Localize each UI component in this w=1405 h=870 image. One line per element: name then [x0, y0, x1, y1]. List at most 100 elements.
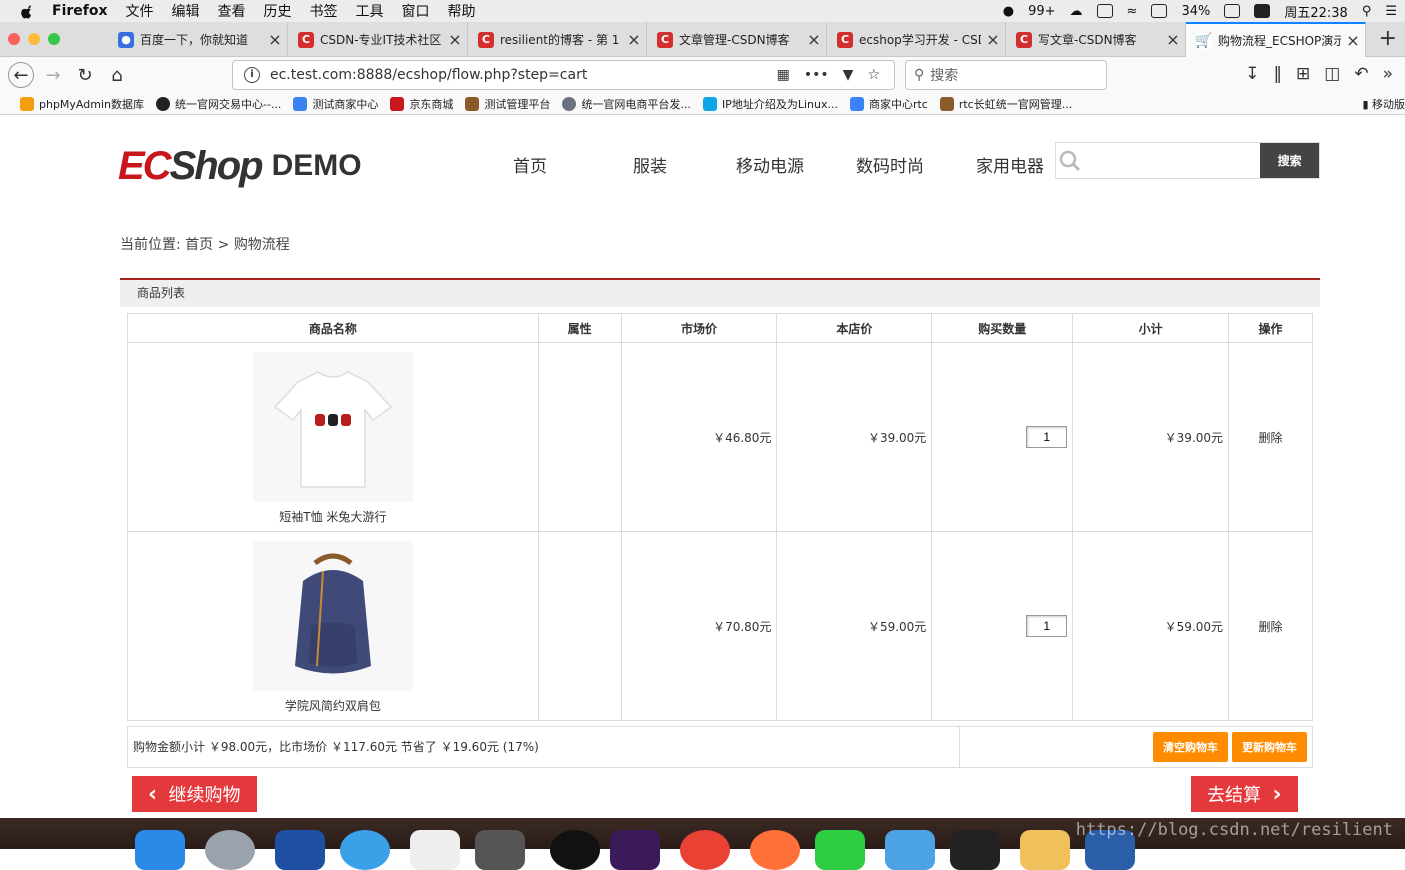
update-cart-button[interactable]: 更新购物车 [1232, 732, 1307, 762]
preferences-icon[interactable] [475, 830, 525, 870]
app-icon[interactable] [815, 830, 865, 870]
clear-cart-button[interactable]: 清空购物车 [1153, 732, 1228, 762]
browser-search-input[interactable]: ⚲ 搜索 [905, 60, 1107, 90]
new-tab-button[interactable]: + [1379, 26, 1397, 51]
reload-button[interactable]: ↻ [72, 62, 98, 88]
nav-appliances[interactable]: 家用电器 [950, 152, 1070, 177]
xcode-icon[interactable] [275, 830, 325, 870]
menu-edit[interactable]: 编辑 [172, 1, 200, 21]
tab-close-icon[interactable]: × [1341, 31, 1365, 50]
tab-close-icon[interactable]: × [622, 30, 646, 49]
continue-shopping-button[interactable]: ‹ 继续购物 [132, 776, 257, 812]
app-icon[interactable] [1020, 830, 1070, 870]
menu-tools[interactable]: 工具 [356, 1, 384, 21]
bookmark-ecommerce[interactable]: 统一官网电商平台发... [562, 96, 691, 112]
minimize-window-button[interactable] [28, 33, 40, 45]
spotlight-icon[interactable]: ⚲ [1362, 4, 1372, 19]
menu-history[interactable]: 历史 [264, 1, 292, 21]
menu-window[interactable]: 窗口 [402, 1, 430, 21]
bookmark-rtc-changhong[interactable]: rtc长虹统一官网管理... [939, 96, 1072, 112]
nav-home[interactable]: 首页 [470, 152, 590, 177]
app-menu-firefox[interactable]: Firefox [52, 3, 108, 19]
tab-ecshop-cart[interactable]: 🛒 购物流程_ECSHOP演示站 × [1186, 22, 1366, 57]
forward-button[interactable]: → [40, 62, 66, 88]
tshirt-image[interactable] [252, 352, 413, 502]
activity-monitor-icon[interactable] [950, 830, 1000, 870]
clock[interactable]: 周五22:38 [1284, 2, 1347, 21]
bookmark-merchant-rtc[interactable]: 商家中心rtc [849, 96, 928, 112]
delete-link[interactable]: 删除 [1228, 342, 1313, 532]
overflow-menu-icon[interactable]: » [1383, 64, 1393, 84]
quantity-input[interactable] [1026, 615, 1068, 637]
qq-icon[interactable]: ● [1003, 4, 1014, 19]
keyboard-icon[interactable] [1096, 4, 1113, 18]
tab-close-icon[interactable]: × [443, 30, 467, 49]
cloud-icon[interactable]: ☁ [1070, 4, 1083, 19]
tab-ecshop-learn[interactable]: C ecshop学习开发 - CSDN × [827, 22, 1006, 57]
downloads-icon[interactable]: ↧ [1245, 64, 1259, 84]
bookmark-phpmyadmin[interactable]: phpMyAdmin数据库 [20, 96, 144, 112]
menu-view[interactable]: 查看 [218, 1, 246, 21]
menu-file[interactable]: 文件 [126, 1, 154, 21]
bookmark-trade-center[interactable]: 统一官网交易中心--... [156, 96, 281, 112]
qq-icon[interactable] [550, 830, 600, 870]
tab-close-icon[interactable]: × [1161, 30, 1185, 49]
bookmark-star-icon[interactable]: ☆ [867, 67, 880, 83]
input-method-icon[interactable] [1254, 4, 1271, 18]
qr-code-icon[interactable]: ▦ [777, 67, 790, 83]
app-icon[interactable] [885, 830, 935, 870]
crumb-home-link[interactable]: 首页 [185, 237, 213, 253]
apple-icon[interactable] [18, 3, 38, 19]
menu-bookmarks[interactable]: 书签 [310, 1, 338, 21]
checkout-button[interactable]: 去结算 › [1191, 776, 1298, 812]
nav-digital[interactable]: 数码时尚 [830, 152, 950, 177]
close-window-button[interactable] [8, 33, 20, 45]
chrome-icon[interactable] [680, 830, 730, 870]
nav-clothing[interactable]: 服装 [590, 152, 710, 177]
bookmark-ip-linux[interactable]: IP地址介绍及为Linux... [702, 96, 838, 112]
airplay-icon[interactable] [1151, 4, 1168, 18]
menu-help[interactable]: 帮助 [448, 1, 476, 21]
mobile-bookmarks[interactable]: ▮ 移动版 [1362, 96, 1405, 112]
tab-csdn[interactable]: C CSDN-专业IT技术社区 × [288, 22, 468, 57]
back-button[interactable]: ← [8, 62, 34, 88]
site-search-button[interactable]: 搜索 [1260, 143, 1319, 178]
delete-link[interactable]: 删除 [1228, 531, 1313, 721]
site-logo[interactable]: EC Shop DEMO [118, 144, 362, 188]
quantity-input[interactable] [1026, 426, 1068, 448]
finder-icon[interactable] [135, 830, 185, 870]
safari-icon[interactable] [340, 830, 390, 870]
nav-power-bank[interactable]: 移动电源 [710, 152, 830, 177]
sidebar-icon[interactable]: ◫ [1324, 64, 1340, 84]
page-actions-icon[interactable]: ••• [804, 67, 829, 83]
wifi-icon[interactable]: ≈ [1127, 4, 1138, 19]
home-button[interactable]: ⌂ [104, 62, 130, 88]
bookmark-jd[interactable]: 京东商城 [390, 96, 453, 112]
undo-icon[interactable]: ↶ [1354, 64, 1368, 84]
pocket-icon[interactable]: ▼ [843, 67, 854, 83]
site-search-input[interactable] [1083, 143, 1261, 178]
zoom-window-button[interactable] [48, 33, 60, 45]
launchpad-icon[interactable] [205, 830, 255, 870]
library-icon[interactable]: ‖ [1274, 64, 1283, 84]
bookmark-test-merchant[interactable]: 测试商家中心 [293, 96, 378, 112]
tab-baidu[interactable]: ● 百度一下，你就知道 × [108, 22, 288, 57]
product-name[interactable]: 学院风简约双肩包 [128, 697, 538, 714]
tab-resilient-blog[interactable]: C resilient的博客 - 第 1 页 × [468, 22, 647, 57]
product-name[interactable]: 短袖T恤 米兔大游行 [128, 508, 538, 525]
url-text[interactable]: ec.test.com:8888/ecshop/flow.php?step=ca… [270, 67, 777, 83]
info-icon[interactable]: i [244, 67, 260, 83]
firefox-icon[interactable] [750, 830, 800, 870]
tab-close-icon[interactable]: × [263, 30, 287, 49]
photoshop-icon[interactable] [610, 830, 660, 870]
tab-write-article[interactable]: C 写文章-CSDN博客 × [1006, 22, 1186, 57]
bookmark-test-manage[interactable]: 测试管理平台 [465, 96, 550, 112]
tab-close-icon[interactable]: × [981, 30, 1005, 49]
battery-icon[interactable] [1224, 4, 1241, 18]
tab-article-manage[interactable]: C 文章管理-CSDN博客 × [647, 22, 827, 57]
screenshot-icon[interactable]: ⊞ [1296, 64, 1310, 84]
tab-close-icon[interactable]: × [802, 30, 826, 49]
backpack-image[interactable] [252, 541, 413, 691]
menu-list-icon[interactable]: ☰ [1385, 4, 1397, 19]
url-bar[interactable]: i ec.test.com:8888/ecshop/flow.php?step=… [232, 60, 895, 90]
